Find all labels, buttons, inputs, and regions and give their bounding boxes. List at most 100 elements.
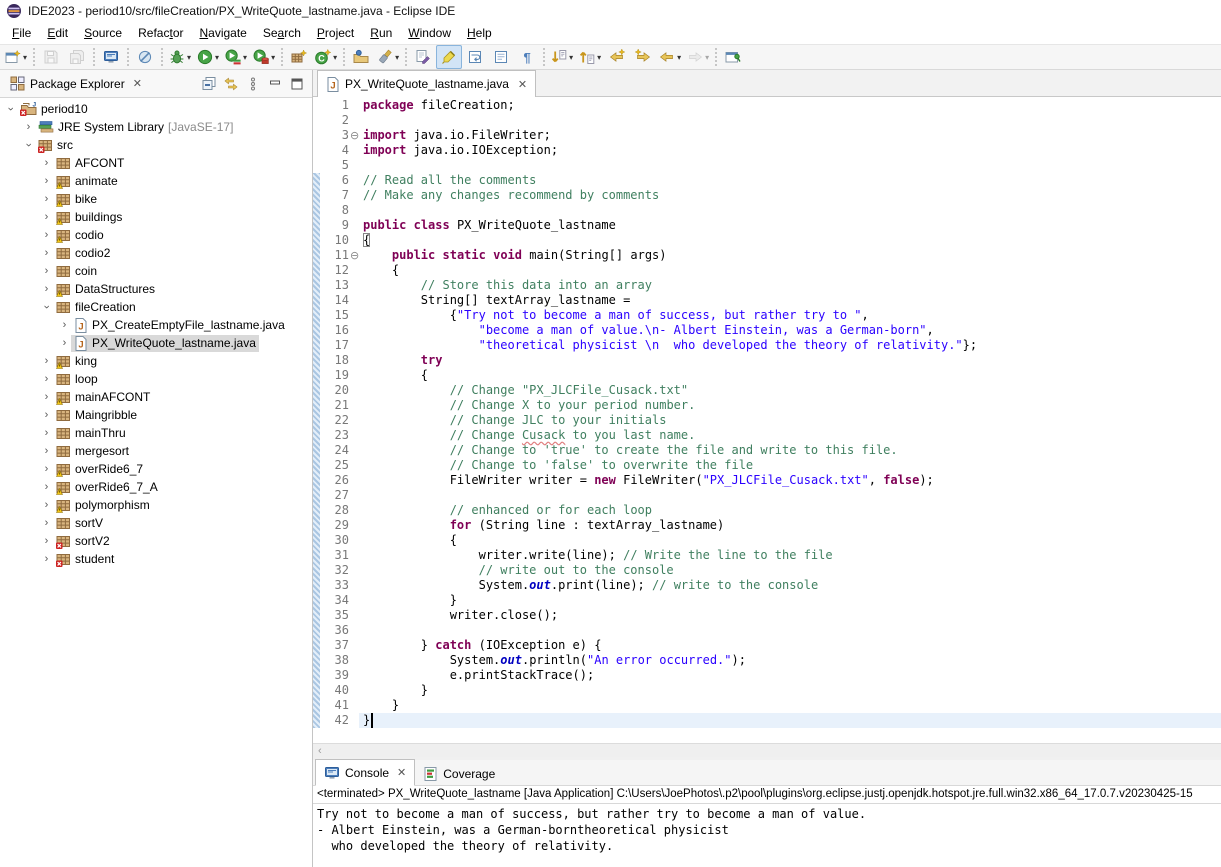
code-line-35[interactable]: writer.close(); <box>363 608 558 623</box>
expand-arrow-icon[interactable]: › <box>58 319 71 331</box>
code-line-11[interactable]: public static void main(String[] args) <box>363 248 667 263</box>
code-line-29[interactable]: for (String line : textArray_lastname) <box>363 518 724 533</box>
dropdown-arrow-icon[interactable]: ▾ <box>569 53 573 62</box>
new-java-project-button[interactable] <box>286 45 312 69</box>
dropdown-arrow-icon[interactable]: ▾ <box>333 53 337 62</box>
line-number[interactable]: 8 <box>321 203 349 218</box>
collapse-arrow-icon[interactable]: › <box>23 139 35 152</box>
line-number[interactable]: 38 <box>321 653 349 668</box>
expand-arrow-icon[interactable]: › <box>40 175 53 187</box>
line-number[interactable]: 30 <box>321 533 349 548</box>
expand-arrow-icon[interactable]: › <box>40 391 53 403</box>
tree-item-king[interactable]: ›king <box>40 352 100 370</box>
expand-arrow-icon[interactable]: › <box>40 517 53 529</box>
line-number[interactable]: 29 <box>321 518 349 533</box>
code-line-42[interactable]: } <box>363 713 370 728</box>
new-java-class-button[interactable]: C▾ <box>312 45 340 69</box>
fold-collapse-icon[interactable]: ⊖ <box>350 128 360 143</box>
expand-arrow-icon[interactable]: › <box>40 409 53 421</box>
tree-item-student[interactable]: ›student <box>40 550 117 568</box>
back-history-button[interactable]: ▾ <box>656 45 684 69</box>
expand-arrow-icon[interactable]: › <box>22 121 35 133</box>
expand-arrow-icon[interactable]: › <box>40 211 53 223</box>
new-wizard-button[interactable]: ▾ <box>2 45 30 69</box>
tree-item-px-createemptyfile-lastname-java[interactable]: ›JPX_CreateEmptyFile_lastname.java <box>58 316 288 334</box>
open-console-button[interactable] <box>98 45 124 69</box>
code-line-1[interactable]: package fileCreation; <box>363 98 515 113</box>
expand-arrow-icon[interactable]: › <box>40 427 53 439</box>
code-line-13[interactable]: // Store this data into an array <box>363 278 652 293</box>
code-line-6[interactable]: // Read all the comments <box>363 173 536 188</box>
expand-arrow-icon[interactable]: › <box>40 229 53 241</box>
open-type-button[interactable] <box>348 45 374 69</box>
expand-arrow-icon[interactable]: › <box>40 355 53 367</box>
code-line-38[interactable]: System.out.println("An error occurred.")… <box>363 653 746 668</box>
line-number[interactable]: 15 <box>321 308 349 323</box>
code-line-14[interactable]: String[] textArray_lastname = <box>363 293 630 308</box>
line-number[interactable]: 28 <box>321 503 349 518</box>
expand-arrow-icon[interactable]: › <box>40 553 53 565</box>
code-line-40[interactable]: } <box>363 683 428 698</box>
tree-item-jre-system-library[interactable]: ›JRE System Library [JavaSE-17] <box>22 118 236 136</box>
tree-item-mergesort[interactable]: ›mergesort <box>40 442 132 460</box>
code-line-34[interactable]: } <box>363 593 457 608</box>
next-annotation-button[interactable]: ▾ <box>548 45 576 69</box>
scroll-left-icon[interactable]: ‹ <box>318 745 322 757</box>
tree-item-src[interactable]: ›src <box>22 136 76 154</box>
code-line-9[interactable]: public class PX_WriteQuote_lastname <box>363 218 616 233</box>
dropdown-arrow-icon[interactable]: ▾ <box>705 53 709 62</box>
tree-item-sortv2[interactable]: ›sortV2 <box>40 532 113 550</box>
mark-occurrences-button[interactable] <box>436 45 462 69</box>
tree-item-filecreation[interactable]: ›fileCreation <box>40 298 139 316</box>
line-number[interactable]: 3 <box>321 128 349 143</box>
line-number[interactable]: 39 <box>321 668 349 683</box>
expand-arrow-icon[interactable]: › <box>40 499 53 511</box>
code-line-18[interactable]: try <box>363 353 442 368</box>
code-line-28[interactable]: // enhanced or for each loop <box>363 503 652 518</box>
close-icon[interactable]: ✕ <box>397 766 406 779</box>
expand-arrow-icon[interactable]: › <box>58 337 71 349</box>
line-number[interactable]: 2 <box>321 113 349 128</box>
previous-edit-location-button[interactable] <box>604 45 630 69</box>
dropdown-arrow-icon[interactable]: ▾ <box>215 53 219 62</box>
code-line-17[interactable]: "theoretical physicist \n who developed … <box>363 338 977 353</box>
code-line-15[interactable]: {"Try not to become a man of success, bu… <box>363 308 869 323</box>
dropdown-arrow-icon[interactable]: ▾ <box>23 53 27 62</box>
line-number[interactable]: 16 <box>321 323 349 338</box>
line-number[interactable]: 27 <box>321 488 349 503</box>
dropdown-arrow-icon[interactable]: ▾ <box>395 53 399 62</box>
menu-refactor[interactable]: Refactor <box>130 24 191 42</box>
code-line-31[interactable]: writer.write(line); // Write the line to… <box>363 548 833 563</box>
profile-button[interactable]: ▾ <box>250 45 278 69</box>
tree-item-period10[interactable]: ›Jperiod10 <box>4 100 91 118</box>
code-line-3[interactable]: import java.io.FileWriter; <box>363 128 551 143</box>
horizontal-scrollbar[interactable]: ‹ <box>313 743 1221 757</box>
line-number[interactable]: 37 <box>321 638 349 653</box>
line-number[interactable]: 23 <box>321 428 349 443</box>
expand-arrow-icon[interactable]: › <box>40 373 53 385</box>
line-number[interactable]: 33 <box>321 578 349 593</box>
expand-arrow-icon[interactable]: › <box>40 157 53 169</box>
line-number[interactable]: 40 <box>321 683 349 698</box>
menu-source[interactable]: Source <box>76 24 130 42</box>
code-line-37[interactable]: } catch (IOException e) { <box>363 638 601 653</box>
code-line-7[interactable]: // Make any changes recommend by comment… <box>363 188 659 203</box>
search-button[interactable]: ▾ <box>374 45 402 69</box>
dropdown-arrow-icon[interactable]: ▾ <box>677 53 681 62</box>
menu-project[interactable]: Project <box>309 24 362 42</box>
expand-arrow-icon[interactable]: › <box>40 463 53 475</box>
tab-coverage[interactable]: Coverage <box>415 761 503 786</box>
code-line-33[interactable]: System.out.print(line); // write to the … <box>363 578 818 593</box>
line-number[interactable]: 5 <box>321 158 349 173</box>
expand-arrow-icon[interactable]: › <box>40 193 53 205</box>
link-with-editor-button[interactable] <box>220 74 242 94</box>
tree-item-polymorphism[interactable]: ›polymorphism <box>40 496 153 514</box>
code-line-10[interactable]: { <box>363 233 370 248</box>
code-line-41[interactable]: } <box>363 698 399 713</box>
tree-item-override6-7-a[interactable]: ›overRide6_7_A <box>40 478 161 496</box>
line-number[interactable]: 21 <box>321 398 349 413</box>
line-number[interactable]: 19 <box>321 368 349 383</box>
last-edit-location-button[interactable] <box>410 45 436 69</box>
line-number[interactable]: 31 <box>321 548 349 563</box>
line-number[interactable]: 42 <box>321 713 349 728</box>
